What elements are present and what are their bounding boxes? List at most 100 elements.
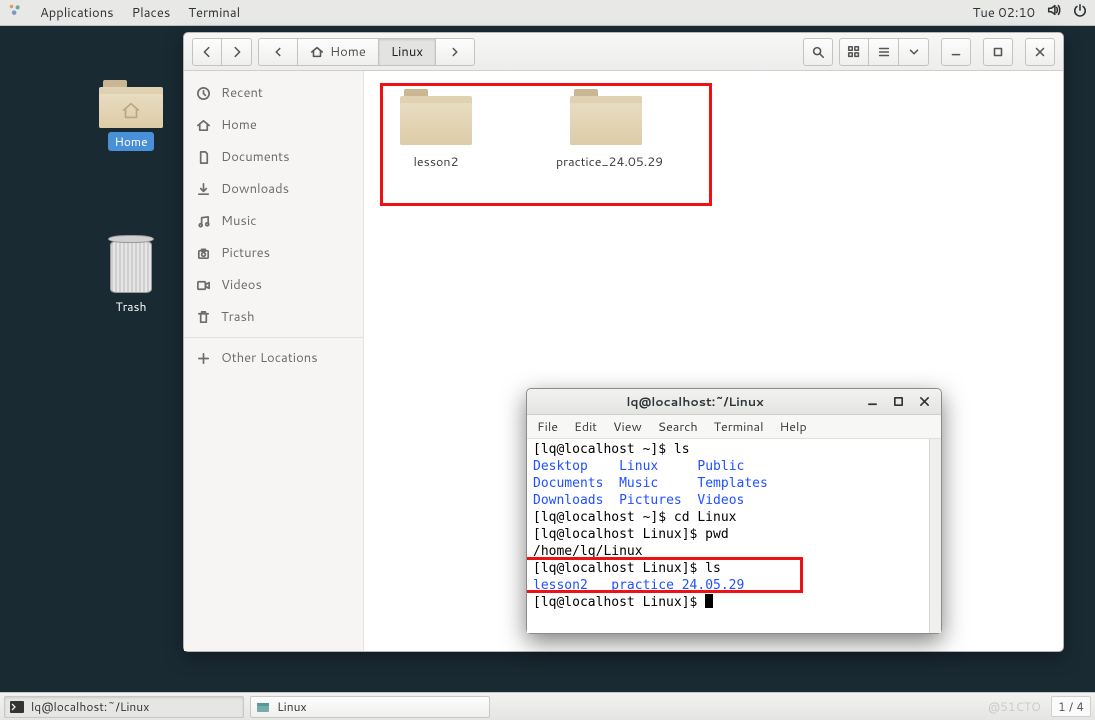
term-menu-search[interactable]: Search bbox=[658, 418, 698, 436]
terminal-line: lesson2 practice_24.05.29 bbox=[533, 577, 941, 594]
trash-icon bbox=[104, 235, 158, 293]
terminal-title: lq@localhost:~/Linux bbox=[533, 393, 857, 411]
icon-view-button[interactable] bbox=[839, 38, 869, 66]
path-linux[interactable]: Linux bbox=[379, 38, 436, 66]
terminal-body[interactable]: [lq@localhost ~]$ lsDesktop Linux Public… bbox=[527, 439, 941, 633]
search-icon bbox=[811, 45, 825, 59]
grid-icon bbox=[847, 45, 861, 59]
maximize-button[interactable] bbox=[983, 38, 1013, 66]
volume-icon[interactable] bbox=[1047, 3, 1061, 22]
folder-icon bbox=[570, 89, 642, 145]
sidebar-item-label: Recent bbox=[221, 84, 263, 102]
clock-icon bbox=[196, 86, 211, 101]
watermark: @51CTO bbox=[988, 698, 1041, 715]
taskbar-item-label: Linux bbox=[277, 698, 307, 715]
term-menu-edit[interactable]: Edit bbox=[574, 418, 597, 436]
terminal-line: Documents Music Templates bbox=[533, 475, 941, 492]
desktop-home-folder[interactable]: Home bbox=[85, 80, 177, 151]
sidebar-item-label: Music bbox=[221, 212, 257, 230]
music-icon bbox=[196, 214, 211, 229]
close-icon bbox=[919, 396, 930, 407]
path-bar: Home Linux bbox=[258, 38, 475, 66]
file-name: lesson2 bbox=[386, 153, 486, 171]
path-prev[interactable] bbox=[258, 38, 298, 66]
terminal-minimize-button[interactable] bbox=[861, 393, 883, 411]
plus-icon bbox=[196, 351, 211, 366]
view-switch bbox=[839, 38, 929, 66]
menu-places[interactable]: Places bbox=[132, 4, 171, 22]
terminal-titlebar[interactable]: lq@localhost:~/Linux bbox=[527, 389, 941, 415]
sidebar-item-other-locations[interactable]: Other Locations bbox=[184, 342, 363, 374]
path-home[interactable]: Home bbox=[298, 38, 379, 66]
sidebar-item-music[interactable]: Music bbox=[184, 205, 363, 237]
search-button[interactable] bbox=[803, 38, 833, 66]
terminal-line: Downloads Pictures Videos bbox=[533, 492, 941, 509]
desktop-trash-label: Trash bbox=[110, 297, 153, 316]
terminal-icon bbox=[9, 699, 25, 715]
sidebar-item-trash[interactable]: Trash bbox=[184, 301, 363, 333]
path-home-label: Home bbox=[330, 43, 366, 61]
menu-applications[interactable]: Applications bbox=[40, 4, 114, 22]
taskbar: lq@localhost:~/Linux Linux @51CTO 1 / 4 bbox=[0, 692, 1095, 720]
terminal-line: [lq@localhost Linux]$ pwd bbox=[533, 526, 941, 543]
back-button[interactable] bbox=[192, 38, 222, 66]
videos-icon bbox=[196, 278, 211, 293]
terminal-line: [lq@localhost Linux]$ ls bbox=[533, 560, 941, 577]
terminal-close-button[interactable] bbox=[913, 393, 935, 411]
view-options-button[interactable] bbox=[899, 38, 929, 66]
term-menu-terminal[interactable]: Terminal bbox=[714, 418, 764, 436]
terminal-scrollbar[interactable] bbox=[929, 439, 941, 633]
list-view-button[interactable] bbox=[869, 38, 899, 66]
minimize-button[interactable] bbox=[941, 38, 971, 66]
taskbar-item-label: lq@localhost:~/Linux bbox=[31, 698, 149, 715]
forward-button[interactable] bbox=[222, 38, 252, 66]
sidebar: Recent Home Documents Downloads Music Pi… bbox=[184, 71, 364, 651]
home-icon bbox=[196, 118, 211, 133]
taskbar-item-files[interactable]: Linux bbox=[250, 696, 490, 718]
terminal-line: Desktop Linux Public bbox=[533, 458, 941, 475]
term-menu-help[interactable]: Help bbox=[780, 418, 807, 436]
icon-grid: lesson2 practice_24.05.29 bbox=[386, 89, 1041, 171]
path-next[interactable] bbox=[436, 38, 475, 66]
sidebar-item-label: Videos bbox=[221, 276, 262, 294]
sidebar-item-label: Home bbox=[221, 116, 257, 134]
power-icon[interactable] bbox=[1073, 3, 1087, 22]
clock[interactable]: Tue 02:10 bbox=[973, 4, 1035, 22]
file-manager-toolbar: Home Linux bbox=[184, 33, 1063, 71]
nav-history bbox=[192, 38, 252, 66]
terminal-maximize-button[interactable] bbox=[887, 393, 909, 411]
term-menu-view[interactable]: View bbox=[613, 418, 642, 436]
desktop-trash[interactable]: Trash bbox=[85, 235, 177, 316]
desktop-home-label: Home bbox=[108, 132, 153, 151]
sidebar-item-documents[interactable]: Documents bbox=[184, 141, 363, 173]
files-icon bbox=[255, 699, 271, 715]
sidebar-item-downloads[interactable]: Downloads bbox=[184, 173, 363, 205]
term-menu-file[interactable]: File bbox=[537, 418, 558, 436]
workspace-pager[interactable]: 1 / 4 bbox=[1051, 696, 1091, 717]
terminal-menubar: File Edit View Search Terminal Help bbox=[527, 415, 941, 439]
sidebar-item-recent[interactable]: Recent bbox=[184, 77, 363, 109]
sidebar-item-label: Other Locations bbox=[221, 349, 318, 367]
terminal-line: /home/lq/Linux bbox=[533, 543, 941, 560]
folder-lesson2[interactable]: lesson2 bbox=[386, 89, 486, 171]
list-icon bbox=[877, 45, 891, 59]
folder-icon bbox=[99, 80, 163, 128]
sidebar-item-label: Pictures bbox=[221, 244, 270, 262]
chevron-down-icon bbox=[907, 45, 921, 59]
activities-icon bbox=[8, 3, 22, 22]
folder-practice[interactable]: practice_24.05.29 bbox=[556, 89, 656, 171]
close-icon bbox=[1033, 45, 1047, 59]
sidebar-item-videos[interactable]: Videos bbox=[184, 269, 363, 301]
home-icon bbox=[310, 45, 324, 59]
sidebar-item-home[interactable]: Home bbox=[184, 109, 363, 141]
sidebar-item-label: Trash bbox=[221, 308, 255, 326]
trash-icon bbox=[196, 310, 211, 325]
close-button[interactable] bbox=[1025, 38, 1055, 66]
top-panel: Applications Places Terminal Tue 02:10 bbox=[0, 0, 1095, 26]
menu-terminal[interactable]: Terminal bbox=[188, 4, 240, 22]
sidebar-item-pictures[interactable]: Pictures bbox=[184, 237, 363, 269]
pictures-icon bbox=[196, 246, 211, 261]
terminal-line: [lq@localhost ~]$ cd Linux bbox=[533, 509, 941, 526]
folder-icon bbox=[400, 89, 472, 145]
taskbar-item-terminal[interactable]: lq@localhost:~/Linux bbox=[4, 696, 244, 718]
